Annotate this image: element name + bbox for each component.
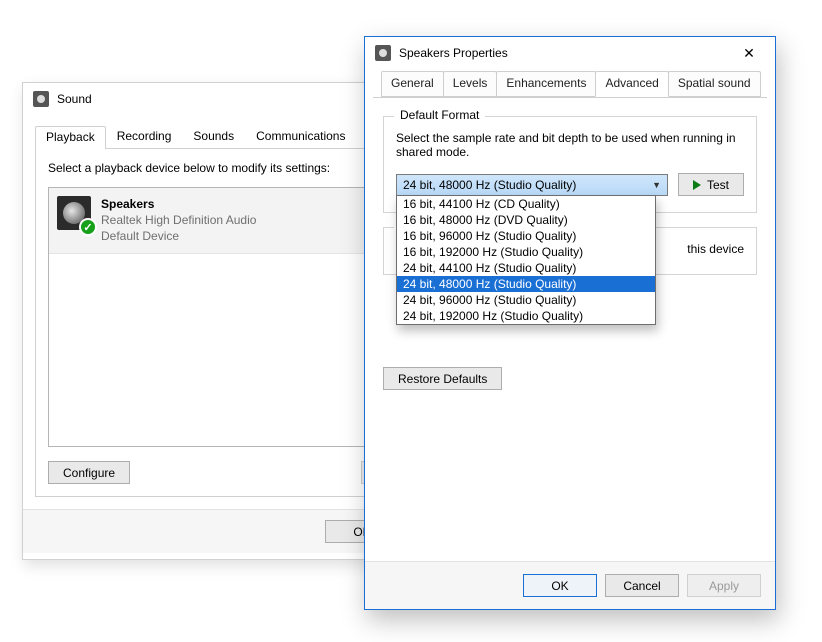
format-option-selected[interactable]: 24 bit, 48000 Hz (Studio Quality) [397, 276, 655, 292]
properties-buttons: OK Cancel Apply [365, 561, 775, 609]
device-status: Default Device [101, 228, 256, 244]
restore-defaults-button[interactable]: Restore Defaults [383, 367, 502, 390]
format-selected: 24 bit, 48000 Hz (Studio Quality) [403, 178, 576, 192]
device-driver: Realtek High Definition Audio [101, 212, 256, 228]
tab-sounds[interactable]: Sounds [182, 125, 245, 148]
device-name: Speakers [101, 196, 256, 212]
device-text: Speakers Realtek High Definition Audio D… [101, 196, 256, 245]
tab-spatial-sound[interactable]: Spatial sound [668, 71, 761, 97]
speaker-icon [375, 45, 391, 61]
speaker-device-icon: ✓ [57, 196, 91, 230]
sound-title: Sound [57, 92, 92, 106]
properties-titlebar[interactable]: Speakers Properties ✕ [365, 37, 775, 69]
test-button[interactable]: Test [678, 173, 744, 196]
properties-title: Speakers Properties [399, 46, 508, 60]
format-option[interactable]: 24 bit, 192000 Hz (Studio Quality) [397, 308, 655, 324]
format-option[interactable]: 16 bit, 48000 Hz (DVD Quality) [397, 212, 655, 228]
properties-apply-button: Apply [687, 574, 761, 597]
format-option[interactable]: 24 bit, 96000 Hz (Studio Quality) [397, 292, 655, 308]
test-label: Test [707, 178, 729, 192]
tab-levels[interactable]: Levels [443, 71, 498, 97]
format-dropdown[interactable]: 24 bit, 48000 Hz (Studio Quality) ▼ [396, 174, 668, 196]
close-icon: ✕ [743, 45, 755, 62]
default-check-icon: ✓ [79, 218, 97, 236]
format-option[interactable]: 24 bit, 44100 Hz (Studio Quality) [397, 260, 655, 276]
format-option[interactable]: 16 bit, 96000 Hz (Studio Quality) [397, 228, 655, 244]
format-option[interactable]: 16 bit, 192000 Hz (Studio Quality) [397, 244, 655, 260]
tab-enhancements[interactable]: Enhancements [496, 71, 596, 97]
tab-recording[interactable]: Recording [106, 125, 183, 148]
default-format-hint: Select the sample rate and bit depth to … [396, 131, 744, 159]
configure-button[interactable]: Configure [48, 461, 130, 484]
play-icon [693, 180, 701, 190]
properties-ok-button[interactable]: OK [523, 574, 597, 597]
chevron-down-icon: ▼ [652, 180, 661, 190]
close-button[interactable]: ✕ [731, 41, 767, 65]
tab-playback[interactable]: Playback [35, 126, 106, 149]
speaker-icon [33, 91, 49, 107]
format-option[interactable]: 16 bit, 44100 Hz (CD Quality) [397, 196, 655, 212]
tab-general[interactable]: General [381, 71, 444, 97]
tab-communications[interactable]: Communications [245, 125, 356, 148]
format-dropdown-list[interactable]: 16 bit, 44100 Hz (CD Quality) 16 bit, 48… [396, 195, 656, 325]
properties-tabs: General Levels Enhancements Advanced Spa… [373, 71, 767, 97]
tab-advanced[interactable]: Advanced [595, 71, 668, 97]
default-format-legend: Default Format [394, 108, 485, 122]
properties-cancel-button[interactable]: Cancel [605, 574, 679, 597]
